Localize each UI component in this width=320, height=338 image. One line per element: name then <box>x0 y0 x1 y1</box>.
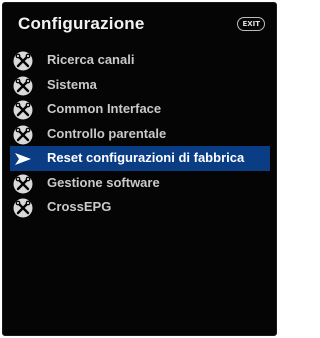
menu-item-controllo-parentale[interactable]: Controllo parentale <box>3 122 276 147</box>
configuration-menu-screen: Configurazione EXIT Ricerca canali Siste… <box>2 2 277 336</box>
exit-button[interactable]: EXIT <box>237 17 265 31</box>
menu-item-label: CrossEPG <box>47 199 112 214</box>
menu-item-label: Reset configurazioni di fabbrica <box>47 150 245 165</box>
menu-item-label: Sistema <box>47 76 97 92</box>
tools-icon <box>13 198 33 218</box>
menu-item-gestione-software[interactable]: Gestione software <box>3 171 276 196</box>
pointer-arrow-icon <box>15 153 31 165</box>
menu-item-label: Common Interface <box>47 101 162 116</box>
page-title: Configurazione <box>18 14 145 33</box>
menu-item-common-interface[interactable]: Common Interface <box>3 97 276 122</box>
menu-item-label: Ricerca canali <box>47 52 135 67</box>
tools-icon <box>13 125 33 144</box>
menu-item-crossepg[interactable]: CrossEPG <box>3 195 276 220</box>
menu-item-reset-configurazioni[interactable]: Reset configurazioni di fabbrica <box>10 146 270 171</box>
tools-icon <box>13 51 33 71</box>
menu-list: Ricerca canali Sistema Common Interface … <box>3 48 276 220</box>
menu-item-sistema[interactable]: Sistema <box>3 73 276 98</box>
menu-item-label: Gestione software <box>47 174 160 190</box>
menu-item-label: Controllo parentale <box>47 125 167 141</box>
menu-item-ricerca-canali[interactable]: Ricerca canali <box>3 48 276 73</box>
tools-icon <box>13 174 33 193</box>
tools-icon <box>13 76 33 95</box>
tools-icon <box>13 100 33 120</box>
title-bar: Configurazione EXIT <box>3 3 276 43</box>
